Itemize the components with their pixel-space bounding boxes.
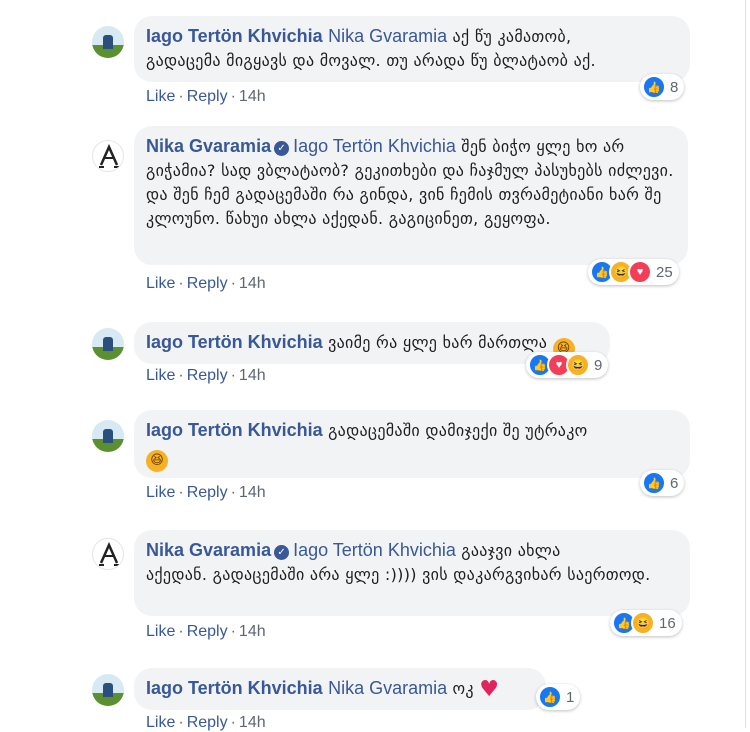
comment-bubble: Nika Gvaramia ✓ Iago Tertön Khvichia შენ ბ… xyxy=(134,126,688,265)
reply-link[interactable]: Reply xyxy=(187,88,228,105)
reaction-count: 16 xyxy=(659,614,676,632)
reply-link[interactable]: Reply xyxy=(187,714,228,731)
like-link[interactable]: Like xyxy=(146,484,175,501)
avatar[interactable] xyxy=(92,140,124,172)
like-link[interactable]: Like xyxy=(146,714,175,731)
avatar[interactable] xyxy=(92,538,124,570)
comment-actions: Like · Reply · 14h xyxy=(146,88,266,105)
like-link[interactable]: Like xyxy=(146,367,175,384)
timestamp[interactable]: 14h xyxy=(239,623,266,640)
comment-author[interactable]: Iago Tertön Khvichia xyxy=(146,332,323,352)
reaction-summary[interactable]: 👍 😆 16 xyxy=(610,610,682,636)
alpha-logo-icon xyxy=(99,143,119,168)
verified-badge-icon: ✓ xyxy=(274,141,290,156)
reaction-count: 6 xyxy=(670,474,679,492)
page-divider xyxy=(745,0,746,728)
comment-text: შენ ბიჭო ყლე ხო არ xyxy=(455,137,625,156)
timestamp[interactable]: 14h xyxy=(239,275,266,292)
comment-text-continued: გადაცემა მიგყავს და მოვალ. თუ არადა წუ ბ… xyxy=(146,51,596,70)
timestamp[interactable]: 14h xyxy=(239,484,266,501)
avatar[interactable] xyxy=(92,420,124,452)
like-link[interactable]: Like xyxy=(146,275,175,292)
like-reaction-icon: 👍 xyxy=(538,685,562,709)
reply-link[interactable]: Reply xyxy=(187,367,228,384)
comment-actions: Like · Reply · 14h xyxy=(146,714,266,731)
tagged-user[interactable]: Nika Gvaramia xyxy=(328,678,447,698)
love-reaction-icon: ♥ xyxy=(628,260,652,284)
reply-link[interactable]: Reply xyxy=(187,623,228,640)
timestamp[interactable]: 14h xyxy=(239,88,266,105)
comment-text: აქ წუ კამათობ, xyxy=(447,27,572,46)
like-reaction-icon: 👍 xyxy=(642,471,666,495)
comment-bubble: Iago Tertön Khvichia Nika Gvaramia აქ წუ… xyxy=(134,16,690,82)
heart-emoji-icon: ♥ xyxy=(479,677,499,702)
timestamp[interactable]: 14h xyxy=(239,367,266,384)
comment-author[interactable]: Nika Gvaramia xyxy=(146,540,271,560)
reaction-count: 9 xyxy=(594,356,603,374)
like-link[interactable]: Like xyxy=(146,623,175,640)
comment-author[interactable]: Iago Tertön Khvichia xyxy=(146,420,323,440)
reaction-summary[interactable]: 👍 6 xyxy=(640,470,685,496)
comment-text: გააჯვი ახლა xyxy=(455,541,561,560)
comment-bubble: Nika Gvaramia ✓ Iago Tertön Khvichia გააჯვ… xyxy=(134,530,690,616)
avatar[interactable] xyxy=(92,328,124,360)
comment-author[interactable]: Iago Tertön Khvichia xyxy=(146,678,323,698)
timestamp[interactable]: 14h xyxy=(239,714,266,731)
haha-reaction-icon: 😆 xyxy=(631,611,655,635)
reaction-summary[interactable]: 👍 8 xyxy=(640,74,685,100)
laughing-emoji-icon: 😆 xyxy=(146,450,168,472)
alpha-logo-icon xyxy=(99,541,119,566)
like-reaction-icon: 👍 xyxy=(642,75,666,99)
reaction-count: 8 xyxy=(670,78,679,96)
reaction-count: 25 xyxy=(656,263,673,281)
reply-link[interactable]: Reply xyxy=(187,275,228,292)
haha-reaction-icon: 😆 xyxy=(566,353,590,377)
comment-text-continued: აქედან. გადაცემაში არა ყლე :)))) ვის დაკ… xyxy=(146,565,651,584)
comment-actions: Like · Reply · 14h xyxy=(146,623,266,640)
reaction-count: 1 xyxy=(566,688,575,706)
reaction-summary[interactable]: 👍 1 xyxy=(536,684,581,710)
reaction-summary[interactable]: 👍 😆 ♥ 25 xyxy=(588,259,679,285)
comment-text: ოკ xyxy=(447,679,474,698)
comment-actions: Like · Reply · 14h xyxy=(146,275,266,292)
comment-actions: Like · Reply · 14h xyxy=(146,367,266,384)
verified-badge-icon: ✓ xyxy=(274,545,290,560)
tagged-user[interactable]: Iago Tertön Khvichia xyxy=(293,136,456,156)
reaction-summary[interactable]: 👍 ♥ 😆 9 xyxy=(526,352,609,378)
avatar[interactable] xyxy=(92,26,124,58)
tagged-user[interactable]: Nika Gvaramia xyxy=(328,26,447,46)
avatar[interactable] xyxy=(92,674,124,706)
comment-text: გადაცემაში დამიჯექი შე უტრაკო xyxy=(322,421,588,440)
comment-bubble: Iago Tertön Khvichia Nika Gvaramia ოკ ♥ xyxy=(134,668,546,710)
comment-author[interactable]: Iago Tertön Khvichia xyxy=(146,26,323,46)
like-link[interactable]: Like xyxy=(146,88,175,105)
reply-link[interactable]: Reply xyxy=(187,484,228,501)
comment-actions: Like · Reply · 14h xyxy=(146,484,266,501)
tagged-user[interactable]: Iago Tertön Khvichia xyxy=(293,540,456,560)
comment-author[interactable]: Nika Gvaramia xyxy=(146,136,271,156)
comment-bubble: Iago Tertön Khvichia გადაცემაში დამიჯექი… xyxy=(134,410,690,478)
comment-text-continued: გიჭამია? სად ვბლატაობ? გეკითხები და ჩაჯმ… xyxy=(146,161,674,228)
comment-text: ვაიმე რა ყლე ხარ მართლა xyxy=(322,333,548,352)
